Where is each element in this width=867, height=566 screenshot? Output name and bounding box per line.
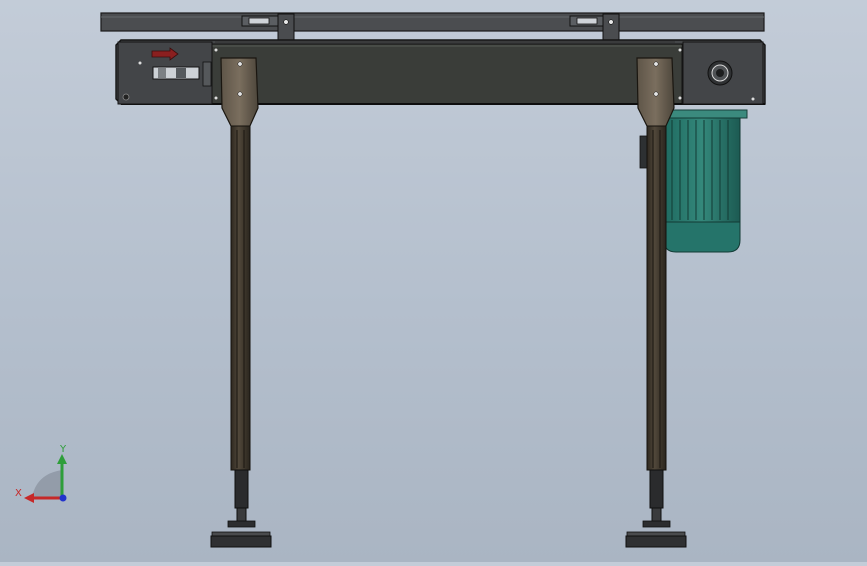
y-axis-label: Y [59, 444, 67, 455]
support-leg-left [210, 57, 272, 548]
coordinate-triad: Y X [14, 440, 74, 510]
top-guide-rail [100, 12, 765, 32]
z-axis-dot [59, 494, 67, 502]
cad-viewport[interactable] [0, 0, 867, 562]
axis-triad-icon: Y X [15, 444, 67, 503]
conveyor-model [100, 12, 766, 548]
drive-end-plate [678, 41, 764, 105]
idler-end-plate [117, 41, 218, 105]
x-axis-label: X [15, 488, 22, 499]
